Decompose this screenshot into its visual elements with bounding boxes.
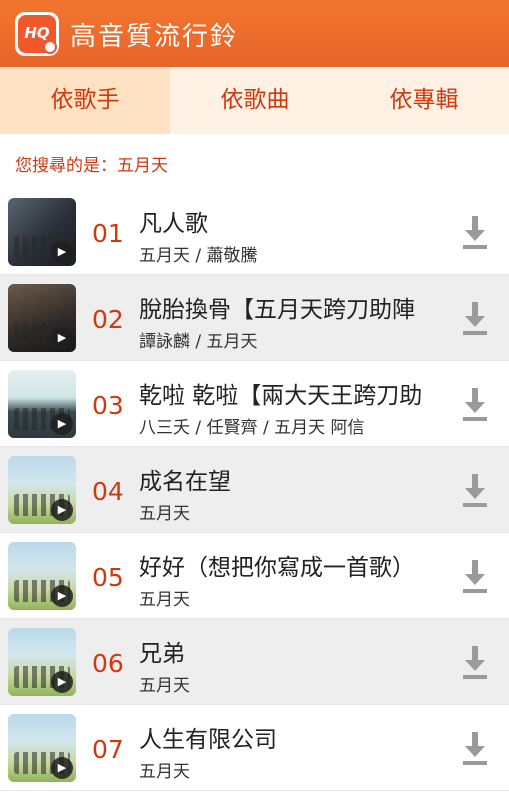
download-icon[interactable] xyxy=(461,472,489,508)
song-row[interactable]: ▶ 05 好好（想把你寫成一首歌） 五月天 xyxy=(0,533,509,619)
album-thumbnail[interactable]: ▶ xyxy=(8,628,76,696)
album-thumbnail[interactable]: ▶ xyxy=(8,456,76,524)
song-artist: 譚詠麟 / 五月天 xyxy=(139,332,258,352)
track-number: 05 xyxy=(92,563,124,592)
play-icon[interactable]: ▶ xyxy=(51,671,73,693)
track-number: 07 xyxy=(92,735,124,764)
download-icon[interactable] xyxy=(461,558,489,594)
song-row[interactable]: ▶ 03 乾啦 乾啦【兩大天王跨刀助 八三夭 / 任賢齊 / 五月天 阿信 xyxy=(0,361,509,447)
download-icon[interactable] xyxy=(461,386,489,422)
album-thumbnail[interactable]: ▶ xyxy=(8,370,76,438)
song-artist: 五月天 xyxy=(139,676,190,696)
song-title: 成名在望 xyxy=(139,469,231,495)
song-row[interactable]: ▶ 07 人生有限公司 五月天 xyxy=(0,705,509,791)
song-title: 兄弟 xyxy=(139,641,185,667)
song-title: 好好（想把你寫成一首歌） xyxy=(139,555,415,581)
album-thumbnail[interactable]: ▶ xyxy=(8,714,76,782)
album-thumbnail[interactable]: ▶ xyxy=(8,284,76,352)
play-icon[interactable]: ▶ xyxy=(51,757,73,779)
search-summary: 您搜尋的是：五月天 xyxy=(0,134,509,189)
song-title: 人生有限公司 xyxy=(139,727,277,753)
search-query-text: 您搜尋的是：五月天 xyxy=(15,156,168,176)
tab-by-artist[interactable]: 依歌手 xyxy=(0,67,170,134)
download-icon[interactable] xyxy=(461,644,489,680)
download-icon[interactable] xyxy=(461,300,489,336)
song-row[interactable]: ▶ 04 成名在望 五月天 xyxy=(0,447,509,533)
play-icon[interactable]: ▶ xyxy=(51,585,73,607)
song-title: 凡人歌 xyxy=(139,211,208,237)
song-row[interactable]: ▶ 01 凡人歌 五月天 / 蕭敬騰 xyxy=(0,189,509,275)
song-artist: 五月天 xyxy=(139,590,190,610)
play-icon[interactable]: ▶ xyxy=(51,499,73,521)
song-list: ▶ 01 凡人歌 五月天 / 蕭敬騰 ▶ 02 脫胎換骨【五月天跨刀助陣 譚詠麟… xyxy=(0,189,509,791)
track-number: 04 xyxy=(92,477,124,506)
tab-by-song[interactable]: 依歌曲 xyxy=(170,67,340,134)
track-number: 01 xyxy=(92,219,124,248)
tab-bar: 依歌手 依歌曲 依專輯 xyxy=(0,67,509,134)
app-bar: HQ 高音質流行鈴 xyxy=(0,0,509,67)
song-row[interactable]: ▶ 06 兄弟 五月天 xyxy=(0,619,509,705)
play-icon[interactable]: ▶ xyxy=(51,241,73,263)
play-icon[interactable]: ▶ xyxy=(51,327,73,349)
play-icon[interactable]: ▶ xyxy=(51,413,73,435)
song-title: 脫胎換骨【五月天跨刀助陣 xyxy=(139,297,415,323)
track-number: 06 xyxy=(92,649,124,678)
app-logo: HQ xyxy=(15,12,59,56)
track-number: 02 xyxy=(92,305,124,334)
album-thumbnail[interactable]: ▶ xyxy=(8,198,76,266)
song-artist: 五月天 / 蕭敬騰 xyxy=(139,246,258,266)
track-number: 03 xyxy=(92,391,124,420)
tab-by-album[interactable]: 依專輯 xyxy=(339,67,509,134)
song-row[interactable]: ▶ 02 脫胎換骨【五月天跨刀助陣 譚詠麟 / 五月天 xyxy=(0,275,509,361)
song-artist: 五月天 xyxy=(139,762,190,782)
download-icon[interactable] xyxy=(461,730,489,766)
download-icon[interactable] xyxy=(461,214,489,250)
song-artist: 五月天 xyxy=(139,504,190,524)
song-artist: 八三夭 / 任賢齊 / 五月天 阿信 xyxy=(139,418,365,438)
song-title: 乾啦 乾啦【兩大天王跨刀助 xyxy=(139,383,423,409)
album-thumbnail[interactable]: ▶ xyxy=(8,542,76,610)
app-title: 高音質流行鈴 xyxy=(70,22,239,52)
